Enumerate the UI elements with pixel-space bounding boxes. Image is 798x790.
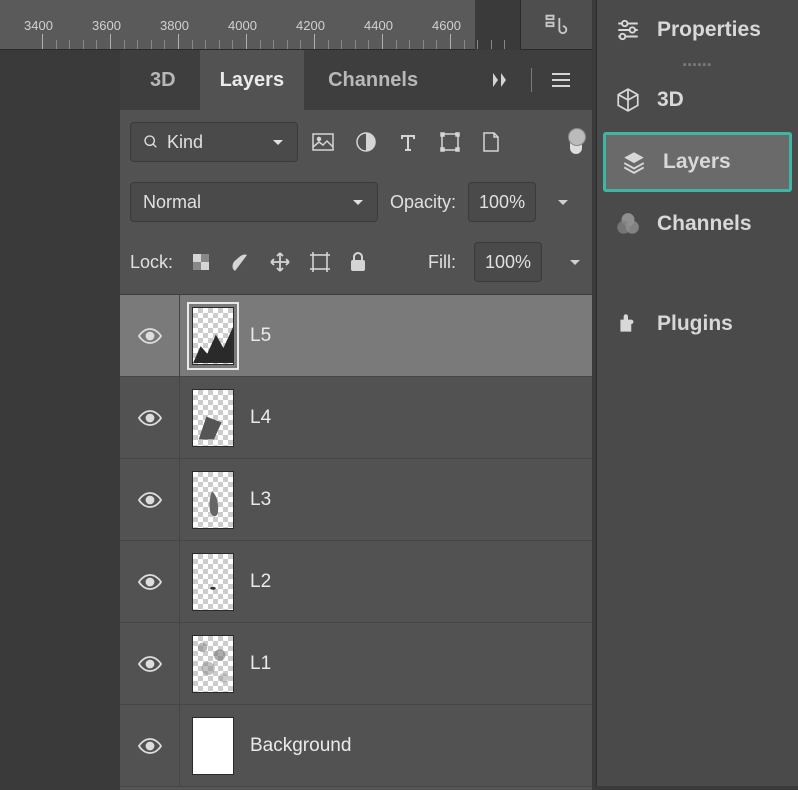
- lock-transparency-icon[interactable]: [191, 252, 211, 272]
- filter-type-icon[interactable]: [398, 132, 418, 152]
- lock-artboard-icon[interactable]: [309, 251, 331, 273]
- lock-position-icon[interactable]: [269, 251, 291, 273]
- sidebar-item-plugins[interactable]: Plugins: [597, 294, 798, 354]
- sidebar-item-layers[interactable]: Layers: [603, 132, 792, 192]
- horizontal-ruler: 3400 3600 3800 4000 4200 4400 4600: [0, 0, 475, 50]
- layer-list: L5 L4 L3 L2 L1 Background: [120, 295, 592, 787]
- panel-tabs: 3D Layers Channels: [120, 50, 592, 110]
- layer-name[interactable]: L4: [250, 407, 271, 429]
- panel-grip[interactable]: ▪▪▪▪▪▪: [597, 60, 798, 70]
- layer-name[interactable]: Background: [250, 735, 351, 757]
- visibility-toggle-icon[interactable]: [137, 409, 163, 427]
- fill-chevron-icon[interactable]: [568, 255, 582, 269]
- sidebar-item-properties[interactable]: Properties: [597, 0, 798, 60]
- layer-filter-row: Kind: [120, 110, 592, 174]
- opacity-label: Opacity:: [390, 192, 456, 213]
- sidebar-item-label: Channels: [657, 212, 752, 236]
- layer-thumbnail[interactable]: [192, 553, 234, 611]
- right-sidebar: Properties ▪▪▪▪▪▪ 3D Layers Channels Plu…: [596, 0, 798, 786]
- cube-icon: [615, 87, 641, 113]
- tab-channels[interactable]: Channels: [308, 50, 438, 110]
- lock-all-icon[interactable]: [349, 251, 367, 273]
- fill-input[interactable]: 100%: [474, 242, 542, 282]
- lock-label: Lock:: [130, 252, 173, 273]
- visibility-toggle-icon[interactable]: [137, 573, 163, 591]
- sidebar-item-3d[interactable]: 3D: [597, 70, 798, 130]
- ruler-tick-label: 4200: [296, 18, 325, 33]
- ruler-tick-label: 4000: [228, 18, 257, 33]
- sidebar-item-channels[interactable]: Channels: [597, 194, 798, 254]
- layer-row[interactable]: Background: [120, 705, 592, 787]
- sidebar-item-label: 3D: [657, 88, 684, 112]
- opacity-input[interactable]: 100%: [468, 182, 536, 222]
- sliders-icon: [615, 17, 641, 43]
- filter-kind-dropdown[interactable]: Kind: [130, 122, 298, 162]
- layer-row[interactable]: L4: [120, 377, 592, 459]
- layer-name[interactable]: L2: [250, 571, 271, 593]
- ruler-tick-label: 3800: [160, 18, 189, 33]
- channels-icon: [615, 211, 641, 237]
- panel-menu-icon[interactable]: [550, 72, 572, 88]
- layer-thumbnail[interactable]: [192, 389, 234, 447]
- visibility-toggle-icon[interactable]: [137, 327, 163, 345]
- fill-value: 100%: [485, 252, 531, 273]
- layer-row[interactable]: L5: [120, 295, 592, 377]
- ruler-tick-label: 3400: [24, 18, 53, 33]
- opacity-chevron-icon[interactable]: [556, 195, 570, 209]
- layer-thumbnail[interactable]: [192, 471, 234, 529]
- blend-mode-dropdown[interactable]: Normal: [130, 182, 378, 222]
- opacity-value: 100%: [479, 192, 525, 213]
- layer-thumbnail[interactable]: [192, 635, 234, 693]
- layer-name[interactable]: L1: [250, 653, 271, 675]
- sidebar-item-label: Properties: [657, 18, 761, 42]
- visibility-toggle-icon[interactable]: [137, 737, 163, 755]
- tab-layers[interactable]: Layers: [200, 50, 305, 110]
- layer-thumbnail[interactable]: [192, 717, 234, 775]
- plugin-icon: [615, 311, 641, 337]
- filter-adjustment-icon[interactable]: [356, 132, 376, 152]
- layer-name[interactable]: L5: [250, 325, 271, 347]
- collapse-icon[interactable]: [491, 71, 513, 89]
- layer-row[interactable]: L3: [120, 459, 592, 541]
- filter-shape-icon[interactable]: [440, 132, 460, 152]
- layer-row[interactable]: L1: [120, 623, 592, 705]
- filter-smartobject-icon[interactable]: [482, 131, 500, 153]
- filter-toggle[interactable]: [570, 130, 582, 154]
- lock-image-icon[interactable]: [229, 251, 251, 273]
- fill-label: Fill:: [428, 252, 456, 273]
- visibility-toggle-icon[interactable]: [137, 655, 163, 673]
- tab-3d[interactable]: 3D: [130, 50, 196, 110]
- layers-panel: 3D Layers Channels Kind: [120, 50, 592, 790]
- filter-pixel-icon[interactable]: [312, 133, 334, 151]
- ruler-tick-label: 3600: [92, 18, 121, 33]
- blend-mode-label: Normal: [143, 192, 201, 213]
- sidebar-item-label: Layers: [663, 150, 731, 174]
- layer-thumbnail[interactable]: [192, 307, 234, 365]
- layer-row[interactable]: L2: [120, 541, 592, 623]
- ruler-tick-label: 4400: [364, 18, 393, 33]
- layers-icon: [621, 149, 647, 175]
- layer-name[interactable]: L3: [250, 489, 271, 511]
- ruler-tick-label: 4600: [432, 18, 461, 33]
- sidebar-item-label: Plugins: [657, 312, 733, 336]
- lock-fill-row: Lock: Fill: 100%: [120, 230, 592, 295]
- blend-opacity-row: Normal Opacity: 100%: [120, 174, 592, 230]
- visibility-toggle-icon[interactable]: [137, 491, 163, 509]
- history-toggle-icon[interactable]: [520, 0, 592, 50]
- divider: [531, 68, 532, 92]
- filter-kind-label: Kind: [167, 132, 203, 153]
